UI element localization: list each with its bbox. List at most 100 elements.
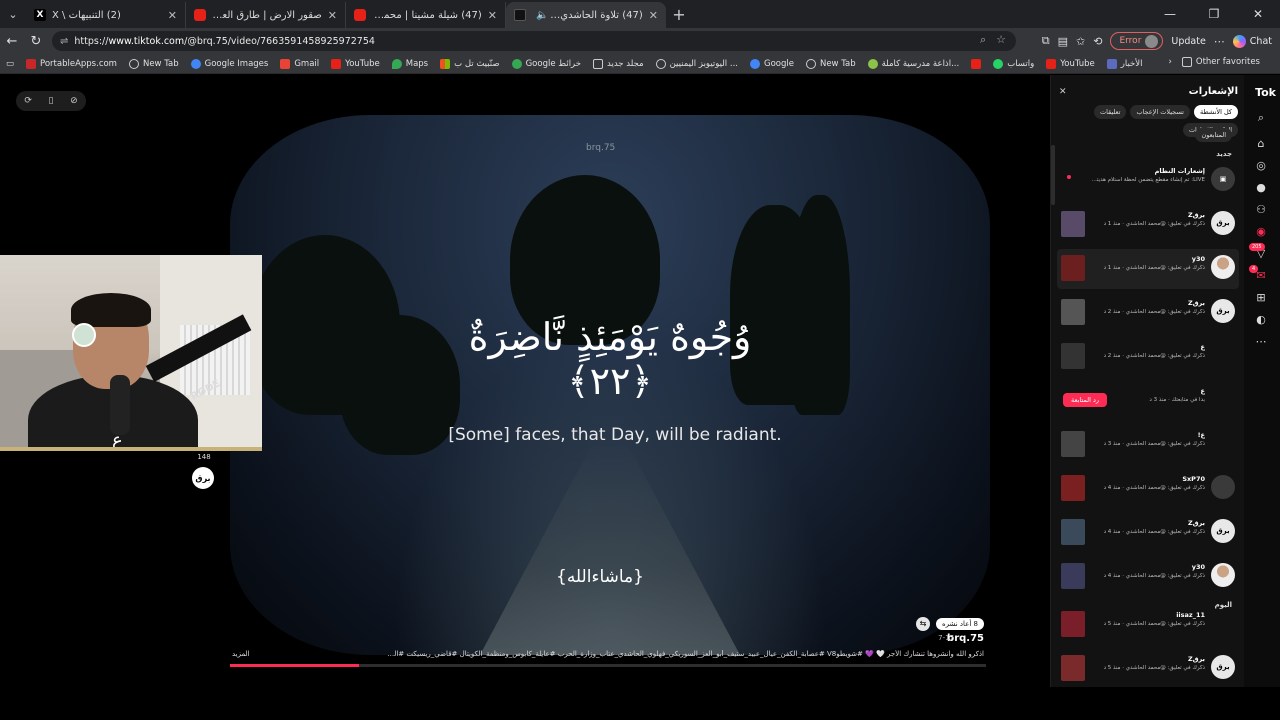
minimize-icon[interactable]: — — [1148, 0, 1192, 28]
video-thumbnail[interactable] — [1061, 655, 1085, 681]
video-thumbnail[interactable] — [1061, 519, 1085, 545]
video-thumbnail[interactable] — [1061, 211, 1085, 237]
notification-user[interactable]: برقZ — [1087, 655, 1205, 663]
bookmark-item[interactable]: مجلد جديد — [593, 58, 644, 69]
extensions-icon[interactable]: ⧉ — [1042, 34, 1050, 48]
explore-icon[interactable]: ◎ — [1254, 159, 1268, 173]
search-icon[interactable]: ⌕ — [1254, 111, 1268, 125]
filter-all[interactable]: كل الأنشطة — [1193, 105, 1238, 119]
home-icon[interactable]: ⌂ — [1254, 137, 1268, 151]
notification-user[interactable]: iisaz_11 — [1087, 611, 1205, 619]
bookmark-item[interactable]: صنّبيث تل ب — [440, 58, 500, 69]
repost-icon[interactable]: ⇆ — [915, 617, 930, 631]
restore-icon[interactable]: ❐ — [1192, 0, 1236, 28]
bookmark-item[interactable]: Maps — [391, 58, 428, 69]
speaker-icon[interactable]: 🔈 — [536, 10, 548, 21]
bookmark-toggle-icon[interactable]: ▭ — [6, 59, 14, 69]
address-bar[interactable]: ⇌ https://www.tiktok.com/@brq.75/video/7… — [52, 31, 1016, 51]
star-icon[interactable]: ☆ — [996, 33, 1006, 47]
zoom-icon[interactable]: ⌕ — [980, 33, 986, 47]
bookmark-item[interactable]: New Tab — [805, 58, 856, 69]
copilot-chat-button[interactable]: Chat — [1232, 34, 1272, 48]
repost-badge[interactable]: 8 أعاد نشره — [935, 618, 984, 630]
bookmark-item[interactable]: New Tab — [128, 58, 179, 69]
notification-user[interactable]: ع — [1087, 343, 1205, 351]
notification-item[interactable]: y30 ذكرك في تعليق: @محمد الحاشدي · منذ 1 … — [1057, 249, 1239, 289]
live-icon[interactable]: ◉ — [1254, 225, 1268, 239]
filter-followers[interactable]: المتابعون — [1195, 128, 1232, 142]
notification-user[interactable]: برقZ — [1087, 211, 1205, 219]
video-thumbnail[interactable] — [1061, 343, 1085, 369]
avatar[interactable] — [1211, 475, 1235, 499]
follow-back-button[interactable]: رد المتابعة — [1063, 393, 1108, 407]
notification-user[interactable]: برقZ — [1087, 519, 1205, 527]
bookmark-item[interactable]: الأخبار — [1106, 58, 1143, 69]
video-thumbnail[interactable] — [1061, 255, 1085, 281]
avatar[interactable] — [1211, 431, 1235, 455]
profile-icon[interactable]: ◐ — [1254, 313, 1268, 327]
notification-user[interactable]: SxP70 — [1087, 475, 1205, 483]
notification-item[interactable]: ع بدأ في متابعتك · منذ 3 د رد المتابعة — [1057, 381, 1239, 421]
site-info-icon[interactable]: ⇌ — [60, 36, 68, 47]
close-tab-icon[interactable]: ✕ — [649, 9, 658, 22]
notification-item[interactable]: برق برقZ ذكرك في تعليق: @محمد الحاشدي · من… — [1057, 293, 1239, 333]
video-thumbnail[interactable] — [1061, 475, 1085, 501]
bookmark-item[interactable]: اليوتيوبز اليمنيين ... — [655, 58, 738, 69]
miniplayer-icon[interactable]: ▯ — [49, 96, 54, 106]
notification-user[interactable]: برقZ — [1087, 299, 1205, 307]
avatar[interactable]: برق — [1211, 519, 1235, 543]
tab-youtube-1[interactable]: صقور الارض | طارق العربي طر ✕ — [186, 2, 346, 28]
filter-likes[interactable]: تسجيلات الإعجاب — [1130, 105, 1190, 119]
avatar[interactable]: برق — [1211, 655, 1235, 679]
close-tab-icon[interactable]: ✕ — [328, 9, 337, 22]
bookmark-item[interactable]: اذاعة مدرسية كاملة... — [867, 58, 959, 69]
bookmark-item[interactable]: Google Images — [190, 58, 268, 69]
notification-item[interactable]: برق برقZ ذكرك في تعليق: @محمد الحاشدي · من… — [1057, 205, 1239, 245]
notification-user[interactable]: y30 — [1087, 255, 1205, 263]
favorites-icon[interactable]: ✩ — [1076, 35, 1085, 48]
following-icon[interactable]: ⚇ — [1254, 203, 1268, 217]
scrollbar[interactable] — [1051, 145, 1055, 205]
bookmark-item[interactable]: Google خرائط — [511, 58, 581, 69]
avatar[interactable] — [1211, 563, 1235, 587]
notification-item[interactable]: ع! ذكرك في تعليق: @محمد الحاشدي · منذ 3 د — [1057, 425, 1239, 465]
avatar[interactable]: برق — [1211, 211, 1235, 235]
bookmark-item[interactable]: واتساب — [993, 58, 1034, 69]
bookmark-item[interactable] — [971, 58, 982, 69]
live-avatar-icon[interactable]: ● — [1254, 181, 1268, 195]
tiktok-logo[interactable]: Tok — [1255, 86, 1276, 99]
sidebar-icon[interactable]: ▤ — [1058, 35, 1068, 48]
filter-comments[interactable]: تعليقات — [1094, 105, 1127, 119]
tab-x-notifications[interactable]: X (2) التنبيهات \ X ✕ — [26, 2, 186, 28]
tab-search-icon[interactable]: ⌄ — [0, 0, 26, 28]
close-icon[interactable]: ✕ — [1059, 87, 1067, 97]
notification-user[interactable]: إشعارات النظام — [1087, 167, 1205, 175]
video-thumbnail[interactable] — [1061, 431, 1085, 457]
notification-item[interactable]: y30 ذكرك في تعليق: @محمد الحاشدي · منذ 4 … — [1057, 557, 1239, 597]
video-progress-bar[interactable] — [230, 664, 986, 667]
reload-icon[interactable]: ↻ — [24, 34, 48, 49]
more-icon[interactable]: ⋯ — [1214, 35, 1225, 48]
video-thumbnail[interactable] — [1061, 563, 1085, 589]
avatar[interactable]: برق — [1211, 299, 1235, 323]
notification-item[interactable]: SxP70 ذكرك في تعليق: @محمد الحاشدي · منذ … — [1057, 469, 1239, 509]
notification-item[interactable]: ▣ إشعارات النظام LIVE: تم إنشاء مقطع يتضمن… — [1057, 161, 1239, 201]
other-favorites[interactable]: Other favorites — [1181, 57, 1260, 67]
avatar[interactable]: ▣ — [1211, 167, 1235, 191]
bookmark-item[interactable]: YouTube — [1046, 58, 1095, 69]
close-window-icon[interactable]: ✕ — [1236, 0, 1280, 28]
upload-icon[interactable]: ⊞ — [1254, 291, 1268, 305]
history-icon[interactable]: ⟲ — [1093, 35, 1102, 48]
close-tab-icon[interactable]: ✕ — [488, 9, 497, 22]
notification-user[interactable]: ع! — [1087, 431, 1205, 439]
bookmark-item[interactable]: PortableApps.com — [26, 58, 117, 69]
notification-item[interactable]: برق برقZ ذكرك في تعليق: @محمد الحاشدي · من… — [1057, 649, 1239, 687]
tab-tiktok[interactable]: 🔈 (47) تلاوة الحاشدي صدقة جارية لمرحّ ✕ — [506, 2, 666, 28]
tab-youtube-2[interactable]: (47) شيلة مشينا | محمد الدخيل | موّ ✕ — [346, 2, 506, 28]
bookmark-item[interactable]: YouTube — [331, 58, 380, 69]
more-icon[interactable]: ⋯ — [1254, 335, 1268, 349]
avatar[interactable] — [1211, 255, 1235, 279]
notification-item[interactable]: ع ذكرك في تعليق: @محمد الحاشدي · منذ 2 د — [1057, 337, 1239, 377]
creator-avatar[interactable]: برق — [192, 467, 214, 489]
video-thumbnail[interactable] — [1061, 299, 1085, 325]
